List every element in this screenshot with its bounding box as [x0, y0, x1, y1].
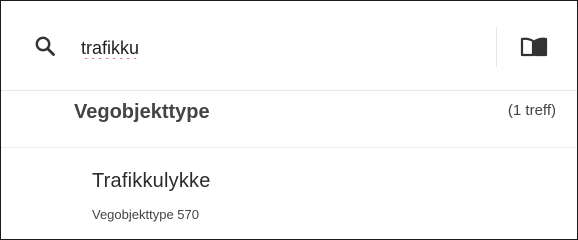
result-subtitle: Vegobjekttype 570: [92, 207, 199, 222]
search-divider: [496, 27, 497, 67]
search-icon: [34, 35, 56, 57]
result-title[interactable]: Trafikkulykke: [92, 170, 211, 193]
search-panel: Vegobjekttype (1 treff) Trafikkulykke Ve…: [0, 0, 578, 240]
search-bar: [1, 1, 577, 91]
book-icon[interactable]: [519, 35, 549, 59]
category-title: Vegobjekttype: [74, 101, 210, 123]
search-input[interactable]: [81, 34, 471, 62]
list-item[interactable]: [1, 148, 577, 239]
category-count: (1 treff): [507, 102, 556, 119]
